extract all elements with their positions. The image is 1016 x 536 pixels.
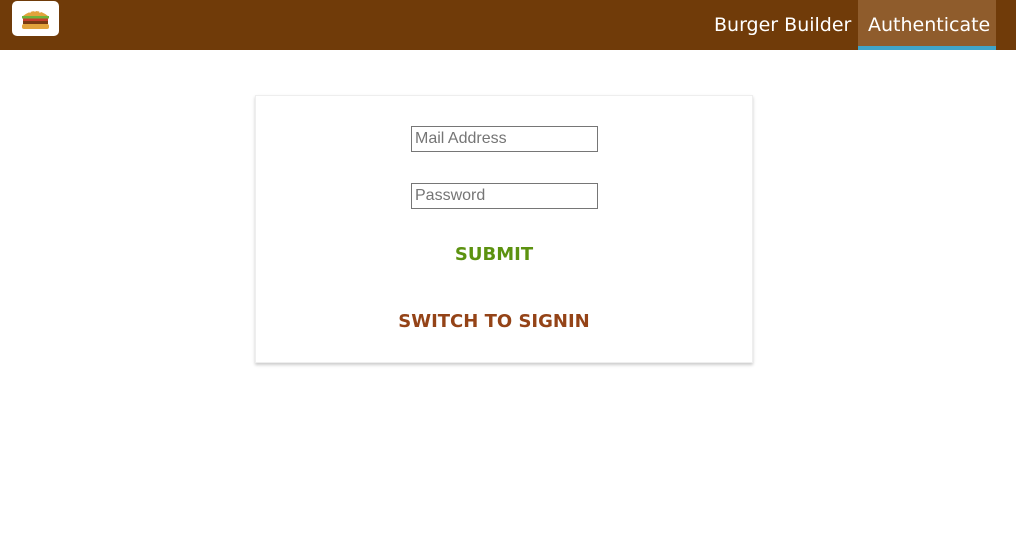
burger-logo[interactable]: [12, 1, 59, 36]
nav-burger-builder[interactable]: Burger Builder: [714, 0, 854, 50]
submit-button[interactable]: SUBMIT: [436, 240, 552, 268]
toolbar: Burger Builder Authenticate: [0, 0, 1016, 50]
auth-card: SUBMIT SWITCH TO SIGNIN: [255, 95, 753, 363]
email-field[interactable]: [411, 126, 598, 152]
nav-authenticate[interactable]: Authenticate: [858, 0, 996, 50]
password-field[interactable]: [411, 183, 598, 209]
burger-icon: [22, 10, 49, 29]
switch-to-signin-button[interactable]: SWITCH TO SIGNIN: [386, 307, 602, 335]
